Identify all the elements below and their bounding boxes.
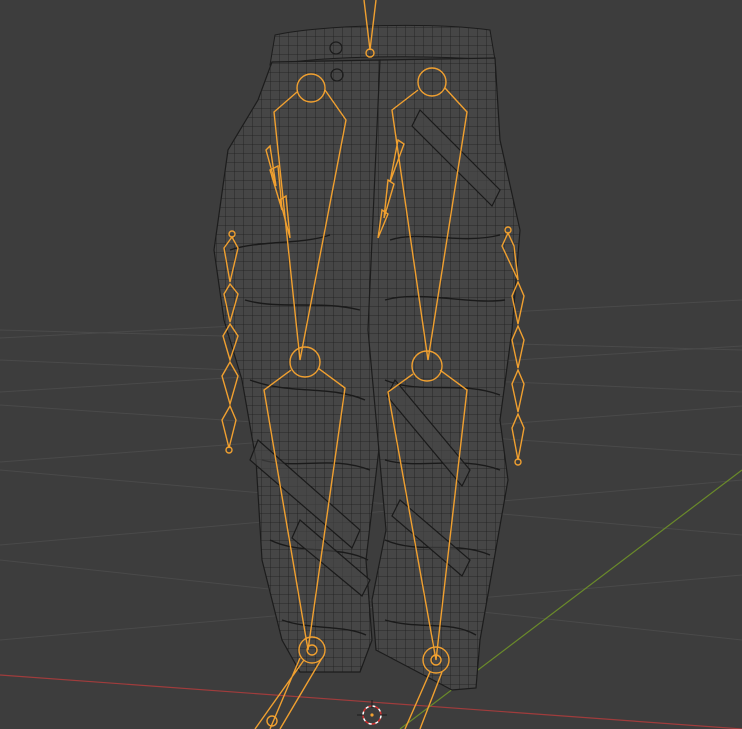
viewport-canvas[interactable] — [0, 0, 742, 729]
x-axis-line — [0, 674, 742, 729]
3d-cursor-icon[interactable] — [357, 700, 387, 725]
3d-viewport[interactable] — [0, 0, 742, 729]
pants-mesh[interactable] — [213, 24, 521, 691]
